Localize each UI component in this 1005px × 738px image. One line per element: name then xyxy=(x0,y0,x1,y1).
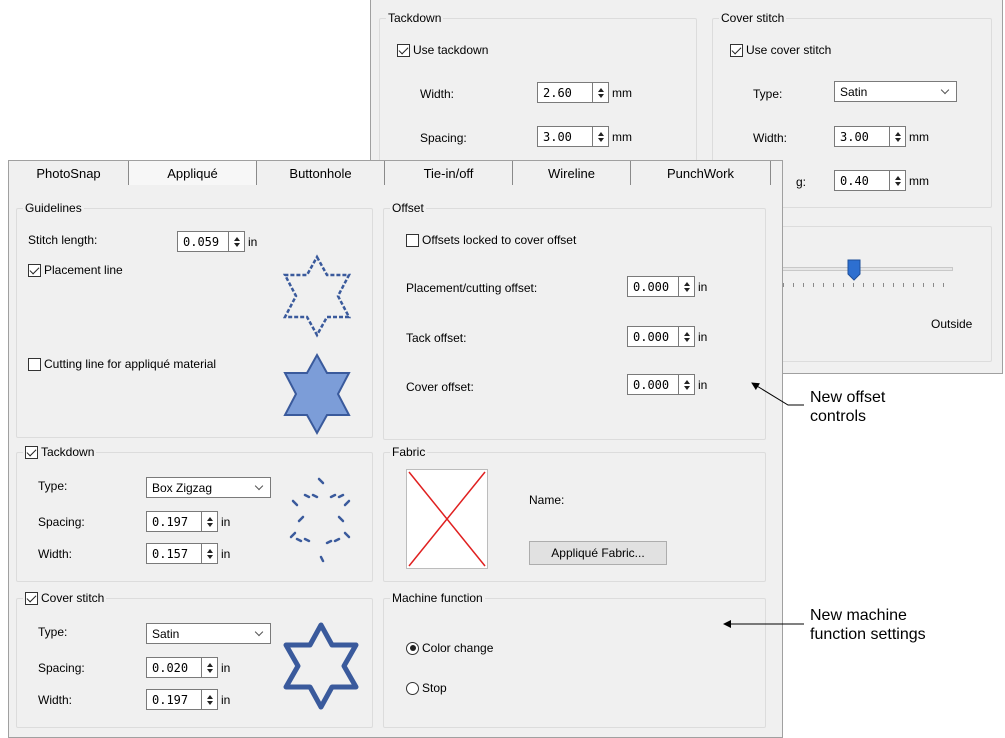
machine-callout-text: New machine function settings xyxy=(810,607,926,643)
offset-callout-line xyxy=(751,382,804,406)
offset-callout-text: New offset controls xyxy=(810,389,886,425)
